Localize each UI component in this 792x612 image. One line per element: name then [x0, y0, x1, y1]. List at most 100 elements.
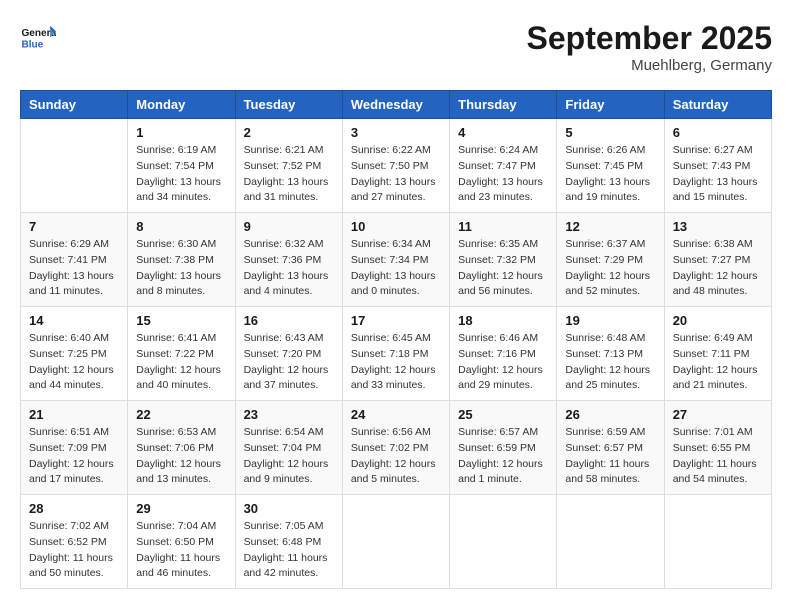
day-number: 14	[29, 313, 119, 328]
day-number: 22	[136, 407, 226, 422]
calendar-cell: 22 Sunrise: 6:53 AMSunset: 7:06 PMDayligh…	[128, 401, 235, 495]
day-info: Sunrise: 6:30 AMSunset: 7:38 PMDaylight:…	[136, 237, 226, 300]
calendar-cell: 30Sunrise: 7:05 AMSunset: 6:48 PMDayligh…	[235, 495, 342, 589]
calendar-table: SundayMondayTuesdayWednesdayThursdayFrid…	[20, 90, 772, 589]
calendar-cell: 9 Sunrise: 6:32 AMSunset: 7:36 PMDaylight…	[235, 213, 342, 307]
day-number: 27	[673, 407, 763, 422]
calendar-week-row: 21Sunrise: 6:51 AMSunset: 7:09 PMDayligh…	[21, 401, 772, 495]
month-title: September 2025	[527, 20, 772, 57]
day-info: Sunrise: 6:46 AMSunset: 7:16 PMDaylight:…	[458, 331, 548, 394]
calendar-cell: 25 Sunrise: 6:57 AMSunset: 6:59 PMDayligh…	[450, 401, 557, 495]
calendar-week-row: 14Sunrise: 6:40 AMSunset: 7:25 PMDayligh…	[21, 307, 772, 401]
day-number: 24	[351, 407, 441, 422]
svg-text:Blue: Blue	[21, 39, 43, 50]
day-info: Sunrise: 6:35 AMSunset: 7:32 PMDaylight:…	[458, 237, 548, 300]
day-info: Sunrise: 6:57 AMSunset: 6:59 PMDaylight:…	[458, 425, 548, 488]
day-number: 13	[673, 219, 763, 234]
col-header-wednesday: Wednesday	[342, 91, 449, 119]
calendar-cell: 10 Sunrise: 6:34 AMSunset: 7:34 PMDayligh…	[342, 213, 449, 307]
day-info: Sunrise: 6:41 AMSunset: 7:22 PMDaylight:…	[136, 331, 226, 394]
calendar-cell	[557, 495, 664, 589]
calendar-cell	[342, 495, 449, 589]
location: Muehlberg, Germany	[527, 57, 772, 74]
calendar-cell	[664, 495, 771, 589]
calendar-cell: 24 Sunrise: 6:56 AMSunset: 7:02 PMDayligh…	[342, 401, 449, 495]
col-header-tuesday: Tuesday	[235, 91, 342, 119]
calendar-cell: 23 Sunrise: 6:54 AMSunset: 7:04 PMDayligh…	[235, 401, 342, 495]
day-info: Sunrise: 6:48 AMSunset: 7:13 PMDaylight:…	[565, 331, 655, 394]
day-number: 7	[29, 219, 119, 234]
day-number: 18	[458, 313, 548, 328]
calendar-cell	[21, 119, 128, 213]
day-info: Sunrise: 6:45 AMSunset: 7:18 PMDaylight:…	[351, 331, 441, 394]
calendar-header-row: SundayMondayTuesdayWednesdayThursdayFrid…	[21, 91, 772, 119]
calendar-cell: 3 Sunrise: 6:22 AMSunset: 7:50 PMDaylight…	[342, 119, 449, 213]
day-number: 19	[565, 313, 655, 328]
calendar-cell: 28Sunrise: 7:02 AMSunset: 6:52 PMDayligh…	[21, 495, 128, 589]
calendar-cell: 6 Sunrise: 6:27 AMSunset: 7:43 PMDaylight…	[664, 119, 771, 213]
calendar-cell: 4Sunrise: 6:24 AMSunset: 7:47 PMDaylight…	[450, 119, 557, 213]
calendar-week-row: 7 Sunrise: 6:29 AMSunset: 7:41 PMDaylight…	[21, 213, 772, 307]
calendar-cell: 2 Sunrise: 6:21 AMSunset: 7:52 PMDaylight…	[235, 119, 342, 213]
col-header-monday: Monday	[128, 91, 235, 119]
day-info: Sunrise: 6:38 AMSunset: 7:27 PMDaylight:…	[673, 237, 763, 300]
day-info: Sunrise: 6:27 AMSunset: 7:43 PMDaylight:…	[673, 143, 763, 206]
day-info: Sunrise: 6:56 AMSunset: 7:02 PMDaylight:…	[351, 425, 441, 488]
day-number: 8	[136, 219, 226, 234]
day-info: Sunrise: 7:01 AMSunset: 6:55 PMDaylight:…	[673, 425, 763, 488]
day-number: 11	[458, 219, 548, 234]
day-number: 17	[351, 313, 441, 328]
day-number: 2	[244, 125, 334, 140]
calendar-cell: 11 Sunrise: 6:35 AMSunset: 7:32 PMDayligh…	[450, 213, 557, 307]
logo: General Blue	[20, 20, 56, 56]
calendar-cell: 13 Sunrise: 6:38 AMSunset: 7:27 PMDayligh…	[664, 213, 771, 307]
day-info: Sunrise: 7:05 AMSunset: 6:48 PMDaylight:…	[244, 519, 334, 582]
day-number: 5	[565, 125, 655, 140]
day-number: 6	[673, 125, 763, 140]
day-number: 20	[673, 313, 763, 328]
day-info: Sunrise: 6:21 AMSunset: 7:52 PMDaylight:…	[244, 143, 334, 206]
calendar-cell: 8 Sunrise: 6:30 AMSunset: 7:38 PMDaylight…	[128, 213, 235, 307]
calendar-cell	[450, 495, 557, 589]
calendar-cell: 17 Sunrise: 6:45 AMSunset: 7:18 PMDayligh…	[342, 307, 449, 401]
calendar-cell: 21Sunrise: 6:51 AMSunset: 7:09 PMDayligh…	[21, 401, 128, 495]
day-info: Sunrise: 7:04 AMSunset: 6:50 PMDaylight:…	[136, 519, 226, 582]
day-info: Sunrise: 6:32 AMSunset: 7:36 PMDaylight:…	[244, 237, 334, 300]
day-number: 23	[244, 407, 334, 422]
day-number: 15	[136, 313, 226, 328]
day-info: Sunrise: 6:49 AMSunset: 7:11 PMDaylight:…	[673, 331, 763, 394]
day-number: 28	[29, 501, 119, 516]
day-number: 16	[244, 313, 334, 328]
day-info: Sunrise: 6:53 AMSunset: 7:06 PMDaylight:…	[136, 425, 226, 488]
day-info: Sunrise: 6:29 AMSunset: 7:41 PMDaylight:…	[29, 237, 119, 300]
day-info: Sunrise: 6:22 AMSunset: 7:50 PMDaylight:…	[351, 143, 441, 206]
calendar-cell: 16Sunrise: 6:43 AMSunset: 7:20 PMDayligh…	[235, 307, 342, 401]
calendar-cell: 26 Sunrise: 6:59 AMSunset: 6:57 PMDayligh…	[557, 401, 664, 495]
day-number: 26	[565, 407, 655, 422]
col-header-saturday: Saturday	[664, 91, 771, 119]
day-info: Sunrise: 6:51 AMSunset: 7:09 PMDaylight:…	[29, 425, 119, 488]
calendar-cell: 14Sunrise: 6:40 AMSunset: 7:25 PMDayligh…	[21, 307, 128, 401]
day-info: Sunrise: 6:26 AMSunset: 7:45 PMDaylight:…	[565, 143, 655, 206]
day-number: 10	[351, 219, 441, 234]
calendar-cell: 20 Sunrise: 6:49 AMSunset: 7:11 PMDayligh…	[664, 307, 771, 401]
calendar-cell: 19 Sunrise: 6:48 AMSunset: 7:13 PMDayligh…	[557, 307, 664, 401]
calendar-week-row: 28Sunrise: 7:02 AMSunset: 6:52 PMDayligh…	[21, 495, 772, 589]
day-info: Sunrise: 6:59 AMSunset: 6:57 PMDaylight:…	[565, 425, 655, 488]
calendar-week-row: 1Sunrise: 6:19 AMSunset: 7:54 PMDaylight…	[21, 119, 772, 213]
page-header: General Blue September 2025 Muehlberg, G…	[20, 20, 772, 74]
calendar-cell: 29Sunrise: 7:04 AMSunset: 6:50 PMDayligh…	[128, 495, 235, 589]
calendar-cell: 15 Sunrise: 6:41 AMSunset: 7:22 PMDayligh…	[128, 307, 235, 401]
day-info: Sunrise: 6:54 AMSunset: 7:04 PMDaylight:…	[244, 425, 334, 488]
day-info: Sunrise: 6:37 AMSunset: 7:29 PMDaylight:…	[565, 237, 655, 300]
calendar-cell: 1Sunrise: 6:19 AMSunset: 7:54 PMDaylight…	[128, 119, 235, 213]
day-number: 3	[351, 125, 441, 140]
day-number: 9	[244, 219, 334, 234]
day-info: Sunrise: 6:19 AMSunset: 7:54 PMDaylight:…	[136, 143, 226, 206]
calendar-cell: 27 Sunrise: 7:01 AMSunset: 6:55 PMDayligh…	[664, 401, 771, 495]
calendar-cell: 7 Sunrise: 6:29 AMSunset: 7:41 PMDaylight…	[21, 213, 128, 307]
day-number: 25	[458, 407, 548, 422]
calendar-cell: 5 Sunrise: 6:26 AMSunset: 7:45 PMDaylight…	[557, 119, 664, 213]
calendar-cell: 18 Sunrise: 6:46 AMSunset: 7:16 PMDayligh…	[450, 307, 557, 401]
day-info: Sunrise: 6:34 AMSunset: 7:34 PMDaylight:…	[351, 237, 441, 300]
